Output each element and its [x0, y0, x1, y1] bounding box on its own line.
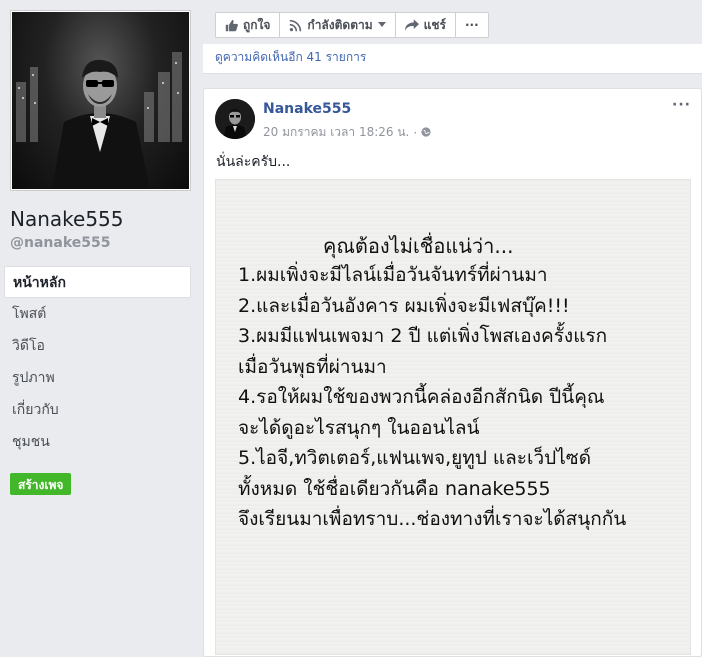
profile-picture[interactable]: [10, 10, 191, 191]
more-options-button[interactable]: ···: [456, 13, 488, 37]
image-line: 4.รอให้ผมใช้ของพวกนี้คล่องอีกสักนิด ปีนี…: [238, 386, 605, 408]
sidebar-nav: หน้าหลัก โพสต์ วิดีโอ รูปภาพ เกี่ยวกับ ช…: [4, 266, 191, 458]
globe-icon[interactable]: [421, 126, 431, 140]
more-dots-icon: ···: [465, 18, 479, 32]
sidebar-item-photos[interactable]: รูปภาพ: [4, 362, 191, 394]
view-more-comments-link[interactable]: ดูความคิดเห็นอีก 41 รายการ: [215, 48, 366, 67]
rss-follow-icon: [289, 19, 302, 32]
post-author-name[interactable]: Nanake555: [263, 101, 351, 117]
post-card: Nanake555 20 มกราคม เวลา 18:26 น. · ··· …: [203, 88, 702, 657]
post-message: นั่นล่ะครับ...: [216, 154, 291, 170]
left-column: Nanake555 @nanake555 หน้าหลัก โพสต์ วิดี…: [0, 0, 200, 657]
page-name[interactable]: Nanake555: [10, 207, 124, 231]
image-line: เมื่อวันพุธที่ผ่านมา: [238, 355, 387, 378]
image-line: 1.ผมเพิ่งจะมีไลน์เมื่อวันจันทร์ที่ผ่านมา: [238, 264, 548, 286]
sidebar-item-about[interactable]: เกี่ยวกับ: [4, 394, 191, 426]
share-label: แชร์: [423, 17, 446, 32]
sidebar-item-home[interactable]: หน้าหลัก: [4, 266, 191, 298]
profile-photo-image: [12, 12, 189, 189]
like-button[interactable]: ถูกใจ: [216, 13, 281, 37]
image-line: 2.และเมื่อวันอังคาร ผมเพิ่งจะมีเฟสบุ๊ค!!…: [238, 294, 570, 317]
share-arrow-icon: [404, 19, 419, 31]
author-avatar[interactable]: [215, 99, 255, 139]
page-action-bar: ถูกใจ กำลังติดตาม แชร์ ···: [215, 12, 489, 38]
page-handle[interactable]: @nanake555: [10, 235, 110, 251]
create-page-button[interactable]: สร้างเพจ: [10, 473, 72, 495]
post-options-menu[interactable]: ···: [672, 97, 691, 113]
post-image[interactable]: คุณต้องไม่เชื่อแน่ว่า... 1.ผมเพิ่งจะมีไล…: [215, 179, 691, 655]
image-line: จึงเรียนมาเพื่อทราบ...ช่องทางที่เราจะได้…: [238, 508, 627, 530]
image-line: 3.ผมมีแฟนเพจมา 2 ปี แต่เพิ่งโพสเองครั้งแ…: [238, 325, 608, 347]
meta-separator: ·: [413, 125, 418, 140]
like-label: ถูกใจ: [243, 17, 271, 32]
image-heading: คุณต้องไม่เชื่อแน่ว่า...: [323, 234, 514, 258]
thumbs-up-icon: [225, 19, 238, 32]
previous-post-footer: ดูความคิดเห็นอีก 41 รายการ: [203, 44, 702, 74]
image-text-block: 1.ผมเพิ่งจะมีไลน์เมื่อวันจันทร์ที่ผ่านมา…: [238, 260, 683, 535]
image-line: ทั้งหมด ใช้ชื่อเดียวกันคือ nanake555: [238, 477, 551, 500]
sidebar-item-videos[interactable]: วิดีโอ: [4, 330, 191, 362]
sidebar-item-community[interactable]: ชุมชน: [4, 426, 191, 458]
share-button[interactable]: แชร์: [396, 13, 456, 37]
image-line: 5.ไอจี,ทวิตเตอร์,แฟนเพจ,ยูทูป และเว็ปไซด…: [238, 447, 592, 469]
sidebar-item-posts[interactable]: โพสต์: [4, 298, 191, 330]
following-label: กำลังติดตาม: [307, 17, 373, 32]
post-meta: 20 มกราคม เวลา 18:26 น. ·: [263, 123, 431, 142]
following-button[interactable]: กำลังติดตาม: [280, 13, 396, 37]
caret-down-icon: [377, 22, 386, 28]
image-line: จะได้ดูอะไรสนุกๆ ในออนไลน์: [238, 416, 480, 439]
post-timestamp[interactable]: 20 มกราคม เวลา 18:26 น.: [263, 123, 409, 142]
